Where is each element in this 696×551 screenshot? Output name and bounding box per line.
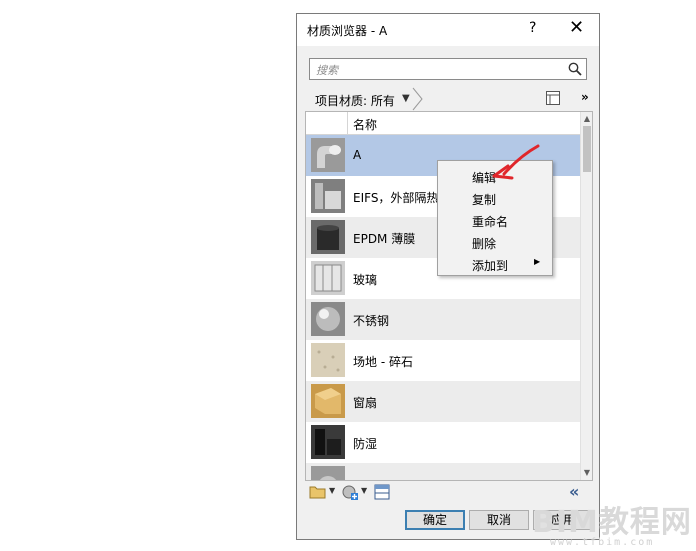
vertical-scrollbar[interactable]: ▲ ▼ bbox=[580, 112, 592, 480]
list-item-label: 不锈钢 bbox=[353, 314, 390, 328]
asset-editor-icon[interactable] bbox=[373, 484, 391, 500]
list-item-label: 场地 - 碎石 bbox=[353, 355, 413, 369]
material-thumbnail bbox=[311, 261, 345, 295]
list-item-label: EPDM 薄膜 bbox=[353, 232, 416, 246]
list-item[interactable]: 场地 - 碎石 bbox=[306, 340, 580, 381]
list-item-label: 玻璃 bbox=[353, 273, 378, 287]
search-input[interactable]: 搜索 bbox=[309, 58, 587, 80]
list-item[interactable]: 不锈钢 bbox=[306, 299, 580, 340]
title-bar: 材质浏览器 - A ? ✕ bbox=[297, 14, 599, 46]
list-item-label: A bbox=[353, 148, 362, 162]
window-title: 材质浏览器 - A bbox=[307, 24, 388, 38]
watermark: BIM教程网 www.tfbim.com bbox=[528, 497, 696, 551]
breadcrumb-arrow-icon bbox=[412, 87, 423, 111]
list-header: 名称 bbox=[306, 112, 580, 135]
material-thumbnail bbox=[311, 138, 345, 172]
menu-item-duplicate[interactable]: 复制 bbox=[472, 191, 496, 208]
header-separator bbox=[347, 112, 348, 134]
material-thumbnail bbox=[311, 425, 345, 459]
list-item-label: 窗扇 bbox=[353, 396, 378, 410]
create-material-icon[interactable] bbox=[341, 484, 359, 500]
list-item[interactable]: 窗扇 bbox=[306, 381, 580, 422]
help-button[interactable]: ? bbox=[529, 20, 536, 36]
menu-item-delete[interactable]: 删除 bbox=[472, 235, 496, 252]
scrollbar-thumb[interactable] bbox=[583, 126, 591, 172]
list-item[interactable]: 防湿 bbox=[306, 422, 580, 463]
column-header-name[interactable]: 名称 bbox=[353, 116, 377, 133]
material-thumbnail bbox=[311, 220, 345, 254]
material-thumbnail bbox=[311, 343, 345, 377]
ok-button[interactable]: 确定 bbox=[405, 510, 465, 530]
chevron-down-icon[interactable]: ▼ bbox=[329, 486, 335, 495]
annotation-arrow-icon bbox=[492, 144, 540, 180]
list-item[interactable] bbox=[306, 463, 580, 480]
search-icon[interactable] bbox=[567, 61, 583, 77]
cancel-button[interactable]: 取消 bbox=[469, 510, 529, 530]
material-browser-dialog: 材质浏览器 - A ? ✕ 搜索 项目材质: 所有 ▼ » 名称 A EIFS，… bbox=[296, 13, 600, 540]
filter-bar: 项目材质: 所有 ▼ » bbox=[305, 87, 595, 111]
material-thumbnail bbox=[311, 466, 345, 480]
project-materials-filter[interactable]: 项目材质: 所有 bbox=[315, 92, 395, 109]
material-thumbnail bbox=[311, 384, 345, 418]
scroll-up-icon[interactable]: ▲ bbox=[582, 114, 592, 124]
list-item-label: 防湿 bbox=[353, 437, 378, 451]
submenu-arrow-icon: ▶ bbox=[534, 257, 541, 266]
library-folder-icon[interactable] bbox=[309, 484, 327, 500]
chevron-down-icon[interactable]: ▼ bbox=[361, 486, 367, 495]
scroll-down-icon[interactable]: ▼ bbox=[582, 468, 592, 478]
menu-item-rename[interactable]: 重命名 bbox=[472, 213, 508, 230]
close-button[interactable]: ✕ bbox=[569, 18, 584, 38]
watermark-url: www.tfbim.com bbox=[550, 537, 655, 548]
more-icon[interactable]: » bbox=[581, 90, 589, 104]
view-layout-icon[interactable] bbox=[545, 90, 561, 106]
menu-item-add-to[interactable]: 添加到 bbox=[472, 257, 508, 274]
list-item-label: EIFS，外部隔热 bbox=[353, 191, 439, 205]
search-placeholder: 搜索 bbox=[316, 64, 338, 77]
filter-dropdown-icon[interactable]: ▼ bbox=[402, 93, 410, 104]
watermark-brand: BIM教程网 bbox=[532, 505, 692, 540]
material-thumbnail bbox=[311, 302, 345, 336]
material-thumbnail bbox=[311, 179, 345, 213]
